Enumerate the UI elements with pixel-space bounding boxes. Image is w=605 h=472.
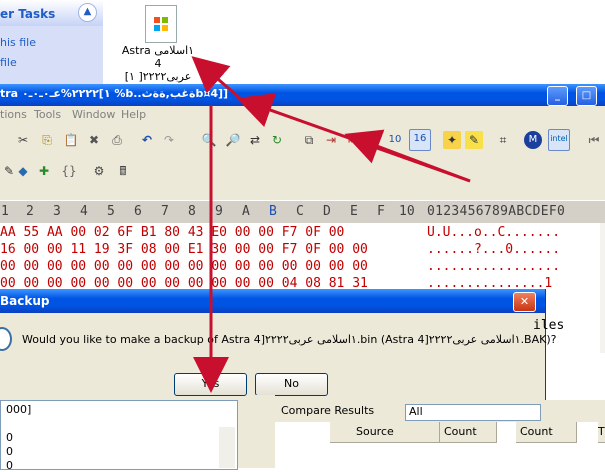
find-icon[interactable]: 🔍 xyxy=(200,131,218,149)
offset-list[interactable]: 000] 0 0 0 xyxy=(0,400,238,472)
list-item[interactable]: 0 xyxy=(6,431,13,444)
refresh-icon[interactable]: ↻ xyxy=(268,131,286,149)
editor-title: tra ١]٢٢٢٢%عـ٠ـ٠ـ٠ %b..ةغب,ةةثb¤4]] xyxy=(0,87,229,100)
menu-bar: tions Tools Window Help xyxy=(0,106,605,124)
hex-col: 7 xyxy=(161,204,169,219)
overlap-text: iles xyxy=(533,318,565,333)
hex-col: C xyxy=(296,204,304,219)
hex-header: 1 2 3 4 5 6 7 8 9 A B C D E F 10 0123456… xyxy=(0,201,605,223)
ascii-header: 0123456789ABCDEF0 xyxy=(427,204,566,219)
replace-icon[interactable]: ⇄ xyxy=(246,131,264,149)
hex-col: 1 xyxy=(1,204,9,219)
hex-data-area[interactable]: AA 55 AA 00 02 6F B1 80 43 E0 00 00 F7 0… xyxy=(0,223,600,293)
find-next-icon[interactable]: 🔎 xyxy=(224,131,242,149)
motorola-icon[interactable]: M xyxy=(524,131,542,149)
hex-col: 5 xyxy=(107,204,115,219)
redo-icon[interactable]: ↷ xyxy=(160,131,178,149)
menu-tools[interactable]: Tools xyxy=(34,108,61,121)
list-item[interactable]: 0 xyxy=(6,445,13,458)
file-label[interactable]: Astra ١اسلامی 4 عربی٢٢٢٢[ ١] xyxy=(118,44,198,83)
panel-splitter[interactable] xyxy=(248,395,275,468)
cut-icon[interactable]: ✂ xyxy=(14,131,32,149)
brackets-icon[interactable]: {} xyxy=(60,162,78,180)
toolbar-spacer xyxy=(0,186,605,200)
paste-icon[interactable]: 📋 xyxy=(62,131,80,149)
delete-icon[interactable]: ✖ xyxy=(85,131,103,149)
list-header: 000] xyxy=(6,403,32,416)
collapse-chevron-icon[interactable]: ▲ xyxy=(78,3,97,22)
dialog-title: Backup xyxy=(0,294,50,308)
hex-row[interactable]: 16 00 00 11 19 3F 08 00 E1 30 00 00 F7 0… xyxy=(0,242,368,259)
hex-row[interactable]: AA 55 AA 00 02 6F B1 80 43 E0 00 00 F7 0… xyxy=(0,225,344,242)
menu-options[interactable]: tions xyxy=(0,108,27,121)
ascii-row[interactable]: ................. xyxy=(427,259,560,274)
column-source[interactable]: Source xyxy=(330,422,440,443)
file-label-line2: عربی٢٢٢٢[ ١] xyxy=(124,70,192,83)
no-button[interactable]: No xyxy=(255,373,328,396)
menu-window[interactable]: Window xyxy=(72,108,115,121)
copy-icon[interactable]: ⎘ xyxy=(38,131,56,149)
minimize-button[interactable]: _ xyxy=(547,86,568,106)
main-toolbar: ✂ ⎘ 📋 ✖ ⎙ ↶ ↷ 🔍 🔎 ⇄ ↻ ⧉ ⇥ ⇤ 10 16 ✦ ✎ ⌗ … xyxy=(0,124,605,157)
editor-title-bar[interactable]: tra ١]٢٢٢٢%عـ٠ـ٠ـ٠ %b..ةغب,ةةثb¤4]] _ □ xyxy=(0,84,605,106)
compare-label: Compare Results xyxy=(281,404,375,417)
calculator-icon[interactable]: 🖩 xyxy=(114,162,132,180)
column-count-1[interactable]: Count xyxy=(440,422,497,443)
column-t[interactable]: T xyxy=(598,422,605,443)
goto-back-icon[interactable]: ⇤ xyxy=(344,131,362,149)
list-item[interactable]: 0 xyxy=(6,459,13,472)
hex-col: 6 xyxy=(134,204,142,219)
plus-icon[interactable]: ✚ xyxy=(35,162,53,180)
secondary-toolbar: ✎ ◆ ✚ {} ⚙ 🖩 xyxy=(0,156,605,186)
compare-value: All xyxy=(409,405,423,418)
hex-col: 2 xyxy=(26,204,34,219)
file-icon[interactable] xyxy=(145,5,177,43)
bookmark-icon[interactable]: ✦ xyxy=(443,131,461,149)
hex-col: D xyxy=(323,204,331,219)
file-tasks-title: er Tasks xyxy=(0,7,56,21)
dialog-message: Would you like to make a backup of Astra… xyxy=(22,333,557,346)
tree-icon[interactable]: ◆ xyxy=(14,162,32,180)
undo-icon[interactable]: ↶ xyxy=(138,131,156,149)
yes-button[interactable]: Yes xyxy=(174,373,247,396)
ascii-row[interactable]: ......?...0...... xyxy=(427,242,560,257)
compare-icon[interactable]: 10 xyxy=(386,131,404,149)
windows-flag-icon xyxy=(153,16,169,35)
task-link-1[interactable]: his file xyxy=(0,36,36,49)
block-icon[interactable]: ⧉ xyxy=(300,131,318,149)
hex-table-icon[interactable]: ⌗ xyxy=(494,131,512,149)
intel-icon[interactable]: intel xyxy=(548,129,570,151)
hex-col: 9 xyxy=(215,204,223,219)
hex-row[interactable]: 00 00 00 00 00 00 00 00 00 00 00 00 00 0… xyxy=(0,259,368,276)
hex-col: B xyxy=(269,204,277,219)
hex-col: F xyxy=(377,204,385,219)
hex-col: E xyxy=(350,204,358,219)
maximize-button[interactable]: □ xyxy=(576,86,597,106)
hex-col: 4 xyxy=(80,204,88,219)
note-icon[interactable]: ✎ xyxy=(465,131,483,149)
hex-col: A xyxy=(242,204,250,219)
ascii-row[interactable]: U.U...o..C....... xyxy=(427,225,560,240)
close-icon[interactable]: ✕ xyxy=(513,292,536,312)
hex-col: 10 xyxy=(399,204,415,219)
compare-active-icon[interactable]: 16 xyxy=(409,129,431,151)
compare-select[interactable]: All xyxy=(405,404,541,421)
first-icon[interactable]: ⏮ xyxy=(585,131,603,149)
task-link-2[interactable]: file xyxy=(0,56,17,69)
list-scrollbar[interactable] xyxy=(219,427,235,468)
paste-special-icon[interactable]: ⎙ xyxy=(108,131,126,149)
dialog-title-bar[interactable]: Backup xyxy=(0,289,545,313)
gear-icon[interactable]: ⚙ xyxy=(90,162,108,180)
goto-icon[interactable]: ⇥ xyxy=(322,131,340,149)
file-label-line1: Astra ١اسلامی 4 xyxy=(121,44,195,70)
hex-col: 3 xyxy=(53,204,61,219)
hex-col: 8 xyxy=(188,204,196,219)
menu-help[interactable]: Help xyxy=(121,108,146,121)
hex-scrollbar[interactable] xyxy=(600,223,605,353)
column-count-2[interactable]: Count xyxy=(516,422,577,443)
